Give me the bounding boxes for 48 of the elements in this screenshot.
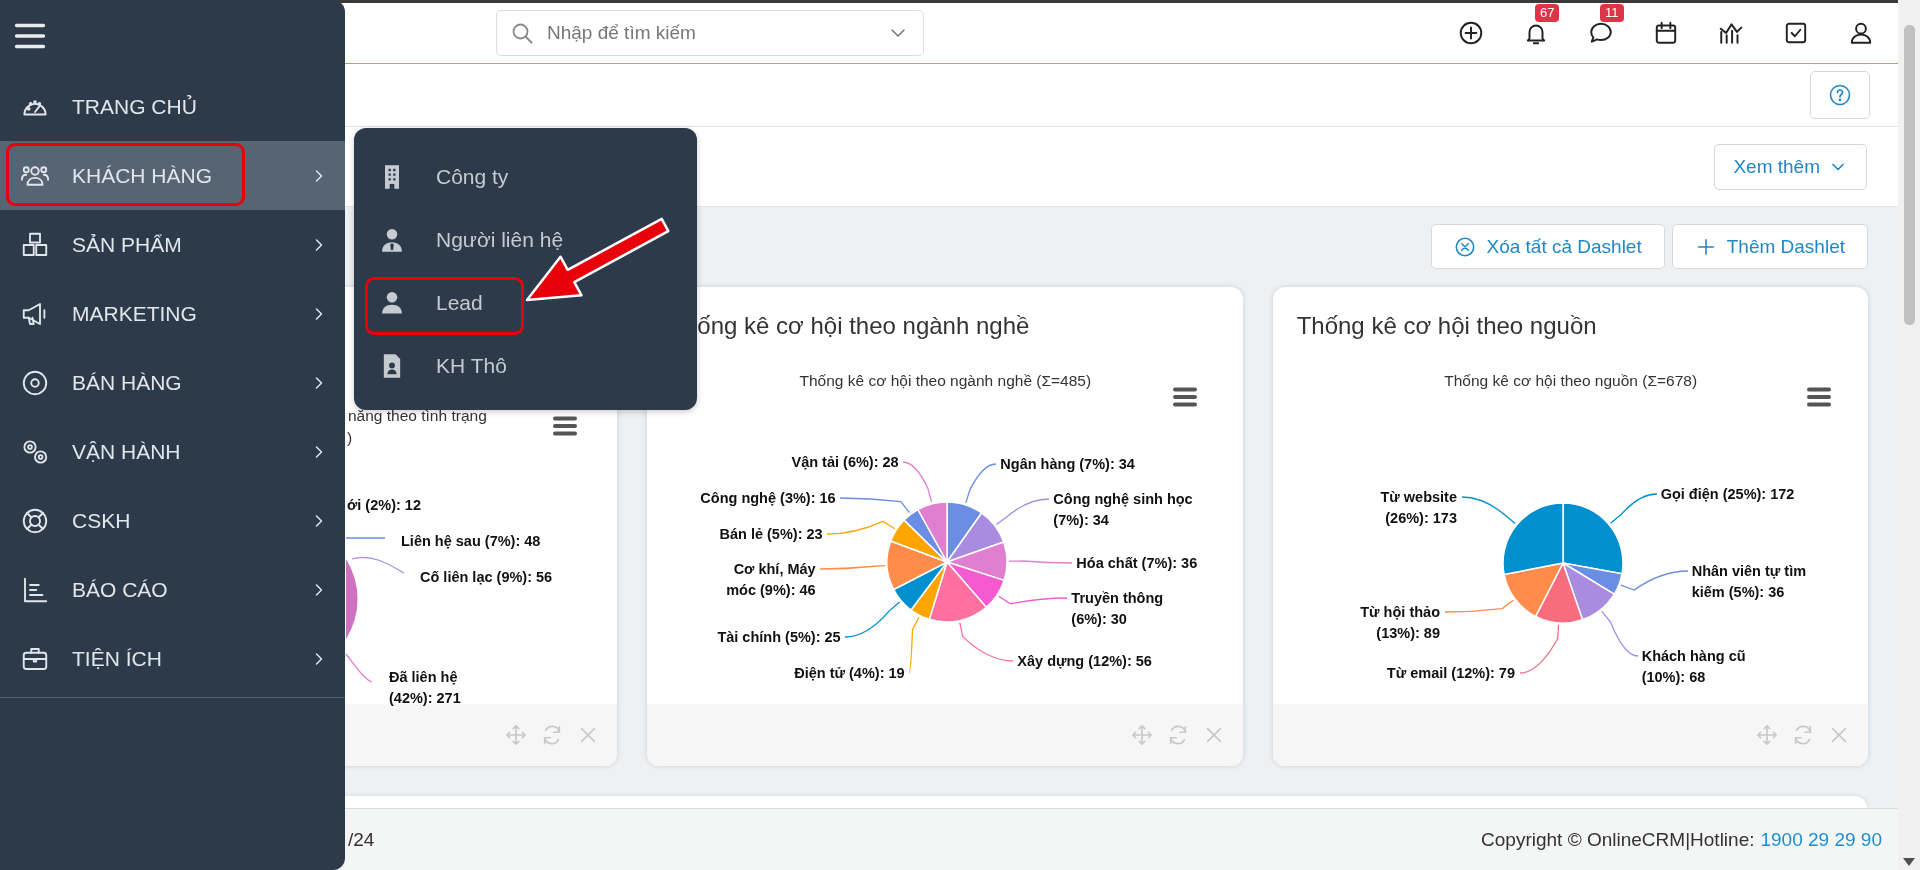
data-label: Cơ khí, Máy móc (9%): 46 — [725, 560, 816, 600]
footer-text: /24 — [348, 828, 375, 851]
sidebar-item[interactable]: KHÁCH HÀNG — [0, 141, 345, 210]
sidebar-item[interactable]: TIỆN ÍCH — [0, 624, 345, 693]
chart-title: Thống kê cơ hội theo nguồn (Σ=678) — [1443, 372, 1699, 390]
sidebar-item[interactable]: TRANG CHỦ — [0, 72, 345, 141]
data-label: Tài chính (5%): 25 — [717, 628, 841, 647]
data-label: Bán lẻ (5%): 23 — [719, 525, 823, 544]
clear-dashlets-button[interactable]: Xóa tất cả Dashlet — [1431, 224, 1665, 269]
notification-badge: 67 — [1535, 4, 1560, 22]
sidebar-item[interactable]: SẢN PHẨM — [0, 210, 345, 279]
sidebar-item[interactable]: BÁO CÁO — [0, 555, 345, 624]
card-title: Thống kê cơ hội theo nguồn — [1295, 311, 1598, 339]
copyright-text: Copyright © OnlineCRM|Hotline: 1900 29 29 90 — [1481, 828, 1882, 851]
data-label: Gọi điện (25%): 172 — [1660, 485, 1795, 504]
sidebar-item[interactable]: BÁN HÀNG — [0, 348, 345, 417]
add-dashlet-button[interactable]: Thêm Dashlet — [1671, 224, 1868, 269]
card-title: ống kê cơ hội theo ngành nghề — [696, 311, 1031, 339]
data-label: Xây dựng (12%): 56 — [1017, 652, 1152, 671]
data-label: Vận tải (6%): 28 — [791, 453, 899, 472]
data-label: Cố liên lạc (9%): 56 — [420, 568, 553, 587]
data-label: Ngân hàng (7%): 34 — [1000, 455, 1135, 474]
submenu-item[interactable]: Lead — [378, 271, 483, 334]
chart-title: Thống kê cơ hội theo ngành nghề (Σ=485) — [798, 372, 1093, 390]
submenu-item[interactable]: Người liên hệ — [378, 208, 564, 271]
data-label: Nhân viên tự tìm kiếm (5%): 36 — [1691, 562, 1808, 602]
data-label: Công nghệ sinh học (7%): 34 — [1053, 490, 1194, 530]
view-more-button[interactable]: Xem thêm — [1714, 143, 1867, 190]
data-label: Truyền thông (6%): 30 — [1071, 589, 1165, 629]
data-label: Khách hàng cũ (10%): 68 — [1641, 647, 1747, 687]
message-badge: 11 — [1600, 4, 1624, 22]
data-label: Liên hệ sau (7%): 48 — [401, 532, 541, 551]
data-label: Hóa chất (7%): 36 — [1076, 554, 1198, 573]
submenu-item[interactable]: KH Thô — [378, 334, 507, 397]
data-label: Đã liên hệ (42%): 271 — [389, 668, 462, 708]
data-label: Từ hội thảo (13%): 89 — [1359, 603, 1440, 643]
data-label: ới (2%): 12 — [347, 496, 421, 515]
data-label: Công nghệ (3%): 16 — [700, 489, 836, 508]
chart-title: ) — [347, 429, 353, 447]
search-field[interactable]: Nhập để tìm kiếm — [496, 10, 924, 56]
data-label: Từ email (12%): 79 — [1386, 664, 1515, 683]
sidebar-item[interactable]: VẬN HÀNH — [0, 417, 345, 486]
chart-title: năng theo tình trạng — [348, 407, 487, 425]
sidebar-item[interactable]: MARKETING — [0, 279, 345, 348]
data-label: Điện tử (4%): 19 — [794, 664, 905, 683]
sidebar-item[interactable]: CSKH — [0, 486, 345, 555]
data-label: Từ website (26%): 173 — [1379, 488, 1457, 528]
submenu-item[interactable]: Công ty — [378, 145, 509, 208]
